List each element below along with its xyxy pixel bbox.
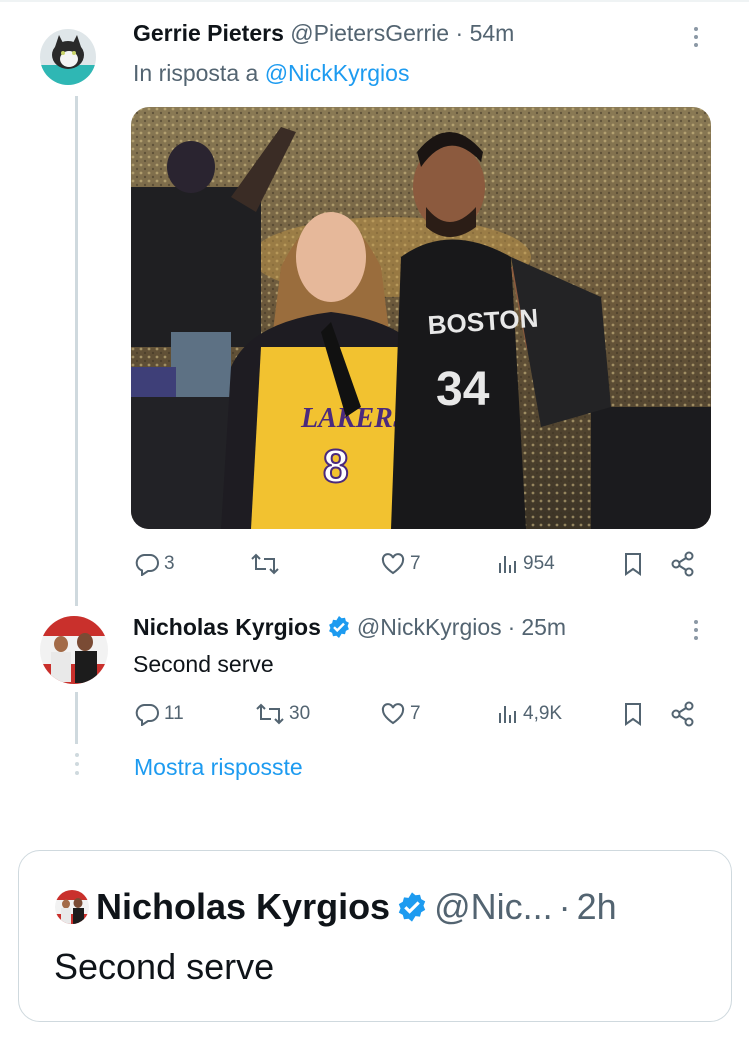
tweet1-header: Gerrie Pieters @PietersGerrie · 54m [133, 18, 514, 48]
tweet2-handle[interactable]: @NickKyrgios [357, 612, 502, 642]
tweet2-views-count: 4,9K [523, 703, 563, 724]
quote-header: Nicholas Kyrgios @Nic... · 2h [54, 885, 617, 929]
thread-dots [74, 752, 80, 783]
tweet2-share-button[interactable] [670, 699, 696, 729]
avatar-nick[interactable] [39, 614, 109, 686]
share-icon [671, 551, 694, 577]
quote-time: 2h [576, 886, 617, 927]
quote-avatar [54, 889, 90, 925]
tweet2-like-count: 7 [410, 703, 421, 724]
tweet1-reply-button[interactable]: 3 [134, 549, 175, 579]
tweet2-reply-button[interactable]: 11 [134, 699, 184, 729]
tweet1-retweet-button[interactable] [250, 549, 284, 579]
quote-card[interactable]: Nicholas Kyrgios @Nic... · 2h Second serve [18, 850, 732, 1022]
tweet1-share-button[interactable] [670, 549, 696, 579]
tweet1-separator: · [455, 20, 464, 46]
tweet2-like-button[interactable]: 7 [380, 699, 421, 729]
tweet1-reply-count: 3 [164, 553, 175, 574]
jersey-left-number: 8 [323, 440, 349, 492]
views-icon [499, 556, 516, 573]
reply-icon [135, 704, 159, 726]
tweet2-more-icon[interactable] [686, 618, 706, 642]
retweet-icon [256, 703, 284, 725]
tweet2-separator: · [507, 614, 516, 640]
like-icon [381, 703, 405, 725]
tweet2-header: Nicholas Kyrgios @NickKyrgios · 25m [133, 612, 566, 642]
verified-badge-icon [328, 616, 349, 638]
tweet2-text: Second serve [133, 651, 274, 677]
tweet2-bookmark-button[interactable] [622, 699, 644, 729]
like-icon [381, 553, 405, 575]
tweet1-more-icon[interactable] [686, 25, 706, 49]
share-icon [671, 701, 694, 727]
avatar-gerrie[interactable] [39, 21, 97, 93]
reply-icon [135, 554, 159, 576]
reply-to-link[interactable]: @NickKyrgios [265, 60, 410, 86]
tweet1-photo[interactable]: LAKERS 8 BOSTON 34 [131, 107, 711, 529]
tweet1-bookmark-button[interactable] [622, 549, 644, 579]
tweet2-retweet-button[interactable]: 30 [255, 699, 310, 729]
thread-line-2 [75, 692, 78, 744]
top-divider [0, 0, 749, 2]
quote-separator: · [558, 886, 571, 927]
tweet2-retweet-count: 30 [289, 703, 311, 724]
bookmark-icon [625, 553, 641, 576]
tweet1-views-button[interactable]: 954 [497, 549, 555, 579]
thread-line-1 [75, 96, 78, 606]
tweet1-time[interactable]: 54m [470, 20, 515, 46]
tweet1-display-name[interactable]: Gerrie Pieters [133, 20, 284, 46]
tweet2-reply-count: 11 [164, 703, 184, 724]
bookmark-icon [625, 703, 641, 726]
tweet2-time[interactable]: 25m [521, 612, 566, 642]
tweet1-views-count: 954 [523, 553, 555, 574]
quote-text: Second serve [54, 946, 275, 987]
tweet2-views-button[interactable]: 4,9K [497, 699, 562, 729]
tweet1-like-count: 7 [410, 553, 421, 574]
views-icon [499, 706, 516, 723]
reply-prefix: In risposta a [133, 60, 259, 86]
tweet2-display-name[interactable]: Nicholas Kyrgios [133, 612, 321, 642]
tweet1-reply-context: In risposta a @NickKyrgios [133, 58, 409, 88]
quote-display-name: Nicholas Kyrgios [96, 886, 391, 927]
jersey-right-number: 34 [436, 363, 490, 416]
verified-badge-icon [398, 892, 426, 922]
show-replies-link[interactable]: Mostra risposste [134, 754, 303, 781]
retweet-icon [251, 553, 279, 575]
quote-handle: @Nic... [434, 886, 553, 927]
tweet1-handle[interactable]: @PietersGerrie [290, 20, 449, 46]
tweet1-like-button[interactable]: 7 [380, 549, 421, 579]
